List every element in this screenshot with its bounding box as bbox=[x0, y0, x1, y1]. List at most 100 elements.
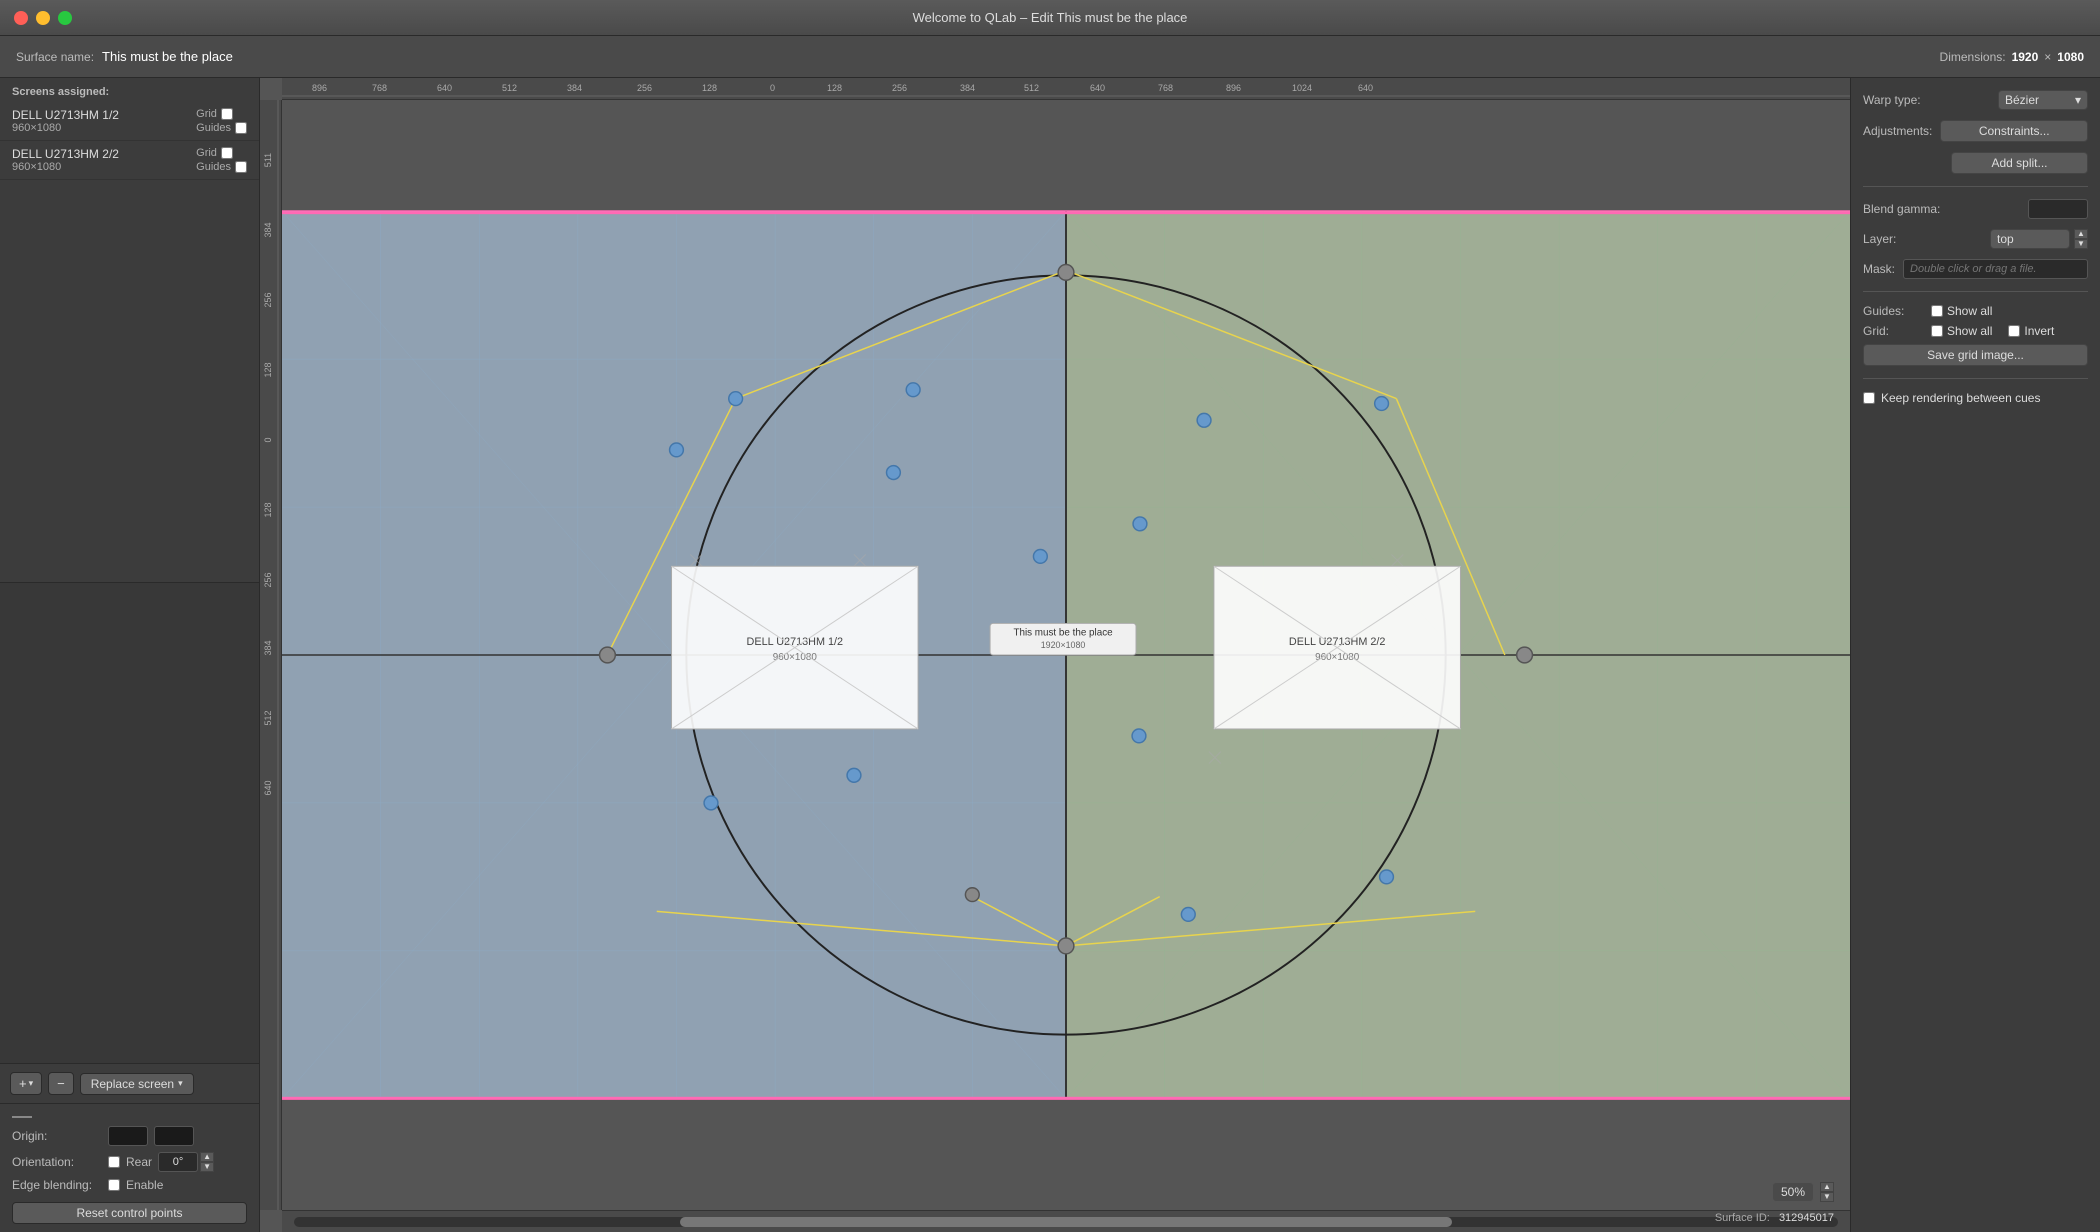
screen-1-guides-row[interactable]: Guides bbox=[196, 122, 247, 134]
origin-x-value[interactable] bbox=[108, 1126, 148, 1146]
layer-select[interactable]: top bbox=[1990, 229, 2070, 249]
grid-invert-checkbox[interactable] bbox=[2008, 325, 2020, 337]
constraints-button[interactable]: Constraints... bbox=[1940, 120, 2088, 142]
surface-id-label: Surface ID: bbox=[1715, 1212, 1770, 1224]
grid-invert-group[interactable]: Invert bbox=[2008, 324, 2054, 338]
screen-1-guides-checkbox[interactable] bbox=[235, 122, 247, 134]
svg-text:128: 128 bbox=[827, 83, 842, 93]
screen-1-res: 960×1080 bbox=[12, 122, 119, 134]
origin-label: Origin: bbox=[12, 1129, 102, 1143]
svg-text:384: 384 bbox=[960, 83, 975, 93]
edge-blending-row: Edge blending: Enable bbox=[12, 1178, 247, 1192]
stepper-down[interactable]: ▼ bbox=[200, 1162, 214, 1172]
dimensions-width: 1920 bbox=[2012, 50, 2039, 64]
zoom-stepper[interactable]: ▲ ▼ bbox=[1820, 1182, 1834, 1202]
replace-dropdown-arrow: ▾ bbox=[178, 1078, 183, 1089]
minimize-button[interactable] bbox=[36, 11, 50, 25]
dimensions-height: 1080 bbox=[2057, 50, 2084, 64]
blend-gamma-input[interactable]: 1.8 bbox=[2028, 199, 2088, 219]
grid-invert-label: Invert bbox=[2024, 324, 2054, 338]
grid-show-all-checkbox[interactable] bbox=[1931, 325, 1943, 337]
separator-line bbox=[12, 1116, 32, 1118]
zoom-value[interactable]: 50% bbox=[1772, 1182, 1814, 1202]
dimensions-label: Dimensions: bbox=[1940, 50, 2006, 64]
screen-2-res: 960×1080 bbox=[12, 161, 119, 173]
svg-text:896: 896 bbox=[1226, 83, 1241, 93]
screen-1-name: DELL U2713HM 1/2 bbox=[12, 108, 119, 122]
screen-1-grid-checkbox[interactable] bbox=[221, 108, 233, 120]
svg-text:640: 640 bbox=[437, 83, 452, 93]
guides-show-all-checkbox[interactable] bbox=[1931, 305, 1943, 317]
svg-text:128: 128 bbox=[263, 362, 273, 377]
right-panel: Warp type: Bézier ▾ Adjustments: Constra… bbox=[1850, 78, 2100, 1232]
ruler-left-svg: 511 384 256 128 0 128 256 384 512 640 bbox=[260, 100, 282, 1210]
scrollbar-thumb[interactable] bbox=[680, 1217, 1452, 1227]
screen-1-grid-row[interactable]: Grid bbox=[196, 108, 247, 120]
screen-1-guides-label: Guides bbox=[196, 122, 231, 134]
keep-rendering-checkbox[interactable] bbox=[1863, 392, 1875, 404]
divider-2 bbox=[1863, 291, 2088, 292]
screen-item-row-1: DELL U2713HM 1/2 960×1080 Grid Guides bbox=[12, 108, 247, 134]
svg-text:This must be the place: This must be the place bbox=[1013, 627, 1113, 638]
maximize-button[interactable] bbox=[58, 11, 72, 25]
screens-assigned-label: Screens assigned: bbox=[0, 78, 259, 102]
layer-stepper[interactable]: ▲ ▼ bbox=[2074, 229, 2088, 249]
svg-text:128: 128 bbox=[263, 502, 273, 517]
layer-up-button[interactable]: ▲ bbox=[2074, 229, 2088, 239]
replace-screen-button[interactable]: Replace screen ▾ bbox=[80, 1073, 194, 1095]
screen-item-1[interactable]: DELL U2713HM 1/2 960×1080 Grid Guides bbox=[0, 102, 259, 141]
add-screen-button[interactable]: + ▾ bbox=[10, 1072, 42, 1095]
left-bottom-controls: + ▾ − Replace screen ▾ bbox=[0, 1063, 259, 1103]
svg-text:384: 384 bbox=[567, 83, 582, 93]
plus-icon: + bbox=[19, 1076, 27, 1091]
zoom-up-button[interactable]: ▲ bbox=[1820, 1182, 1834, 1192]
orientation-degree-value[interactable]: 0° bbox=[158, 1152, 198, 1172]
orientation-stepper[interactable]: ▲ ▼ bbox=[200, 1152, 214, 1172]
svg-text:768: 768 bbox=[1158, 83, 1173, 93]
remove-screen-button[interactable]: − bbox=[48, 1072, 74, 1095]
layer-row: Layer: top ▲ ▼ bbox=[1863, 229, 2088, 249]
warp-type-arrow: ▾ bbox=[2075, 93, 2081, 107]
add-split-button[interactable]: Add split... bbox=[1951, 152, 2088, 174]
grid-show-all-group[interactable]: Show all bbox=[1931, 324, 1992, 338]
surface-id-value: 312945017 bbox=[1779, 1212, 1834, 1224]
origin-y-value[interactable] bbox=[154, 1126, 194, 1146]
screen-2-guides-row[interactable]: Guides bbox=[196, 161, 247, 173]
orientation-checkbox[interactable] bbox=[108, 1156, 120, 1168]
svg-text:DELL U2713HM 2/2: DELL U2713HM 2/2 bbox=[1289, 636, 1386, 648]
orientation-rear-label: Rear bbox=[126, 1155, 152, 1169]
stepper-up[interactable]: ▲ bbox=[200, 1152, 214, 1162]
reset-control-points-button[interactable]: Reset control points bbox=[12, 1202, 247, 1224]
svg-text:768: 768 bbox=[372, 83, 387, 93]
save-grid-image-button[interactable]: Save grid image... bbox=[1863, 344, 2088, 366]
svg-text:384: 384 bbox=[263, 640, 273, 655]
add-split-row: Add split... bbox=[1863, 152, 2088, 174]
warp-type-select[interactable]: Bézier ▾ bbox=[1998, 90, 2088, 110]
titlebar: Welcome to QLab – Edit This must be the … bbox=[0, 0, 2100, 36]
screen-item-row-2: DELL U2713HM 2/2 960×1080 Grid Guides bbox=[12, 147, 247, 173]
ruler-top-svg: 896 768 640 512 384 256 128 0 128 256 38… bbox=[282, 78, 1850, 100]
canvas-viewport[interactable]: DELL U2713HM 1/2 960×1080 DELL U2713HM 2… bbox=[282, 100, 1850, 1210]
horizontal-scrollbar[interactable] bbox=[294, 1217, 1838, 1227]
screen-item-2[interactable]: DELL U2713HM 2/2 960×1080 Grid Guides bbox=[0, 141, 259, 180]
mask-row: Mask: bbox=[1863, 259, 2088, 279]
close-button[interactable] bbox=[14, 11, 28, 25]
surface-name-value: This must be the place bbox=[102, 49, 233, 64]
layer-label: Layer: bbox=[1863, 232, 1896, 246]
screen-1-grid-label: Grid bbox=[196, 108, 217, 120]
dimensions-row: Dimensions: 1920 × 1080 bbox=[1940, 50, 2084, 64]
edge-blending-checkbox[interactable] bbox=[108, 1179, 120, 1191]
zoom-down-button[interactable]: ▼ bbox=[1820, 1192, 1834, 1202]
guides-show-all-group[interactable]: Show all bbox=[1931, 304, 1992, 318]
screen-2-grid-checkbox[interactable] bbox=[221, 147, 233, 159]
layer-down-button[interactable]: ▼ bbox=[2074, 239, 2088, 249]
mask-label: Mask: bbox=[1863, 262, 1895, 276]
screen-2-grid-row[interactable]: Grid bbox=[196, 147, 247, 159]
divider-3 bbox=[1863, 378, 2088, 379]
mask-input[interactable] bbox=[1903, 259, 2088, 279]
surface-id-bar: Surface ID: 312945017 bbox=[1715, 1212, 1834, 1224]
svg-text:128: 128 bbox=[702, 83, 717, 93]
svg-text:0: 0 bbox=[263, 437, 273, 442]
screen-2-guides-checkbox[interactable] bbox=[235, 161, 247, 173]
replace-screen-label: Replace screen bbox=[91, 1077, 174, 1091]
